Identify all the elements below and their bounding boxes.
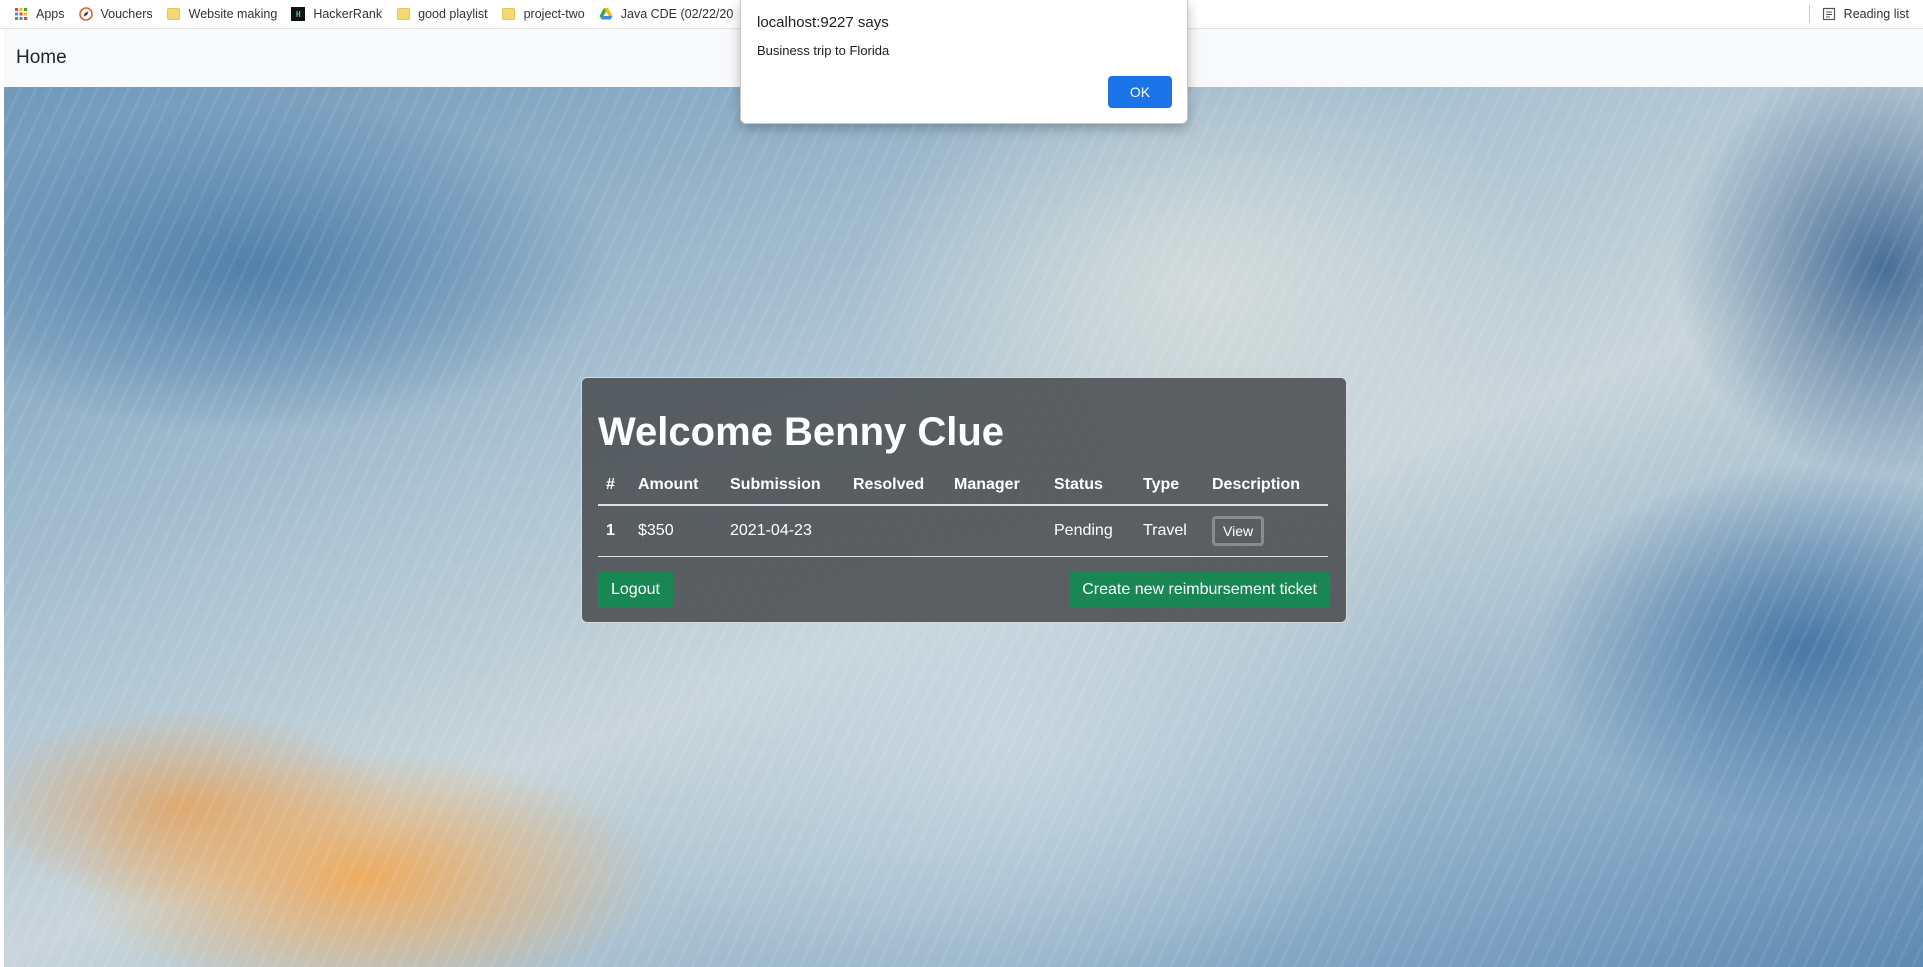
bookmark-label: Website making (188, 7, 278, 21)
ticket-submission-date: 2021-04-23 (722, 505, 845, 557)
column-header: Amount (630, 468, 722, 506)
column-header: Type (1135, 468, 1204, 506)
bookmark-label: project-two (523, 7, 585, 21)
google-drive-icon (599, 7, 613, 21)
view-description-button[interactable]: View (1212, 516, 1265, 546)
reading-list[interactable]: Reading list (1808, 0, 1909, 28)
column-header: Submission (722, 468, 845, 506)
reading-list-icon (1822, 7, 1836, 21)
column-header: Description (1204, 468, 1328, 506)
bookmark-label: good playlist (418, 7, 488, 21)
column-header: Status (1046, 468, 1135, 506)
bookmark-label: HackerRank (313, 7, 383, 21)
create-ticket-button[interactable]: Create new reimbursement ticket (1069, 571, 1330, 608)
alert-dialog: localhost:9227 says Business trip to Flo… (740, 0, 1188, 124)
apps-grid-icon (14, 7, 28, 21)
bookmark-label: Vouchers (100, 7, 153, 21)
ok-button[interactable]: OK (1108, 76, 1172, 108)
alert-message: Business trip to Florida (757, 43, 890, 58)
tickets-table: # Amount Submission Resolved Manager Sta… (598, 468, 1328, 557)
alert-origin: localhost:9227 says (757, 14, 889, 31)
ticket-description: View (1204, 505, 1328, 557)
ticket-manager (946, 505, 1046, 557)
bookmark-project-two[interactable]: project-two (502, 7, 585, 21)
folder-icon (167, 7, 181, 21)
bookmark-java-cde[interactable]: Java CDE (02/22/20 (599, 7, 734, 21)
home-link[interactable]: Home (16, 47, 67, 69)
compass-icon (78, 7, 93, 21)
table-row: 1 $350 2021-04-23 Pending Travel View (598, 505, 1328, 557)
bookmark-apps[interactable]: Apps (14, 7, 65, 21)
bookmark-hackerrank[interactable]: H HackerRank (291, 7, 382, 21)
ticket-id: 1 (598, 505, 630, 557)
welcome-card: Welcome Benny Clue # Amount Submission R… (581, 377, 1347, 623)
divider (1808, 5, 1810, 23)
ticket-type: Travel (1135, 505, 1204, 557)
bookmark-website-making[interactable]: Website making (167, 7, 278, 21)
folder-icon (502, 7, 516, 21)
ticket-resolved-date (845, 505, 946, 557)
reading-list-label: Reading list (1843, 7, 1909, 21)
ticket-status: Pending (1046, 505, 1135, 557)
column-header: Manager (946, 468, 1046, 506)
bookmark-vouchers[interactable]: Vouchers (78, 7, 153, 21)
table-header-row: # Amount Submission Resolved Manager Sta… (598, 468, 1328, 506)
hackerrank-icon: H (291, 7, 306, 21)
bookmark-good-playlist[interactable]: good playlist (396, 7, 488, 21)
logout-button[interactable]: Logout (598, 571, 673, 608)
welcome-title: Welcome Benny Clue (598, 410, 1005, 454)
ticket-amount: $350 (630, 505, 722, 557)
bookmark-label: Java CDE (02/22/20 (620, 7, 734, 21)
bookmark-label: Apps (36, 7, 65, 21)
column-header: # (598, 468, 630, 506)
column-header: Resolved (845, 468, 946, 506)
folder-icon (396, 7, 410, 21)
